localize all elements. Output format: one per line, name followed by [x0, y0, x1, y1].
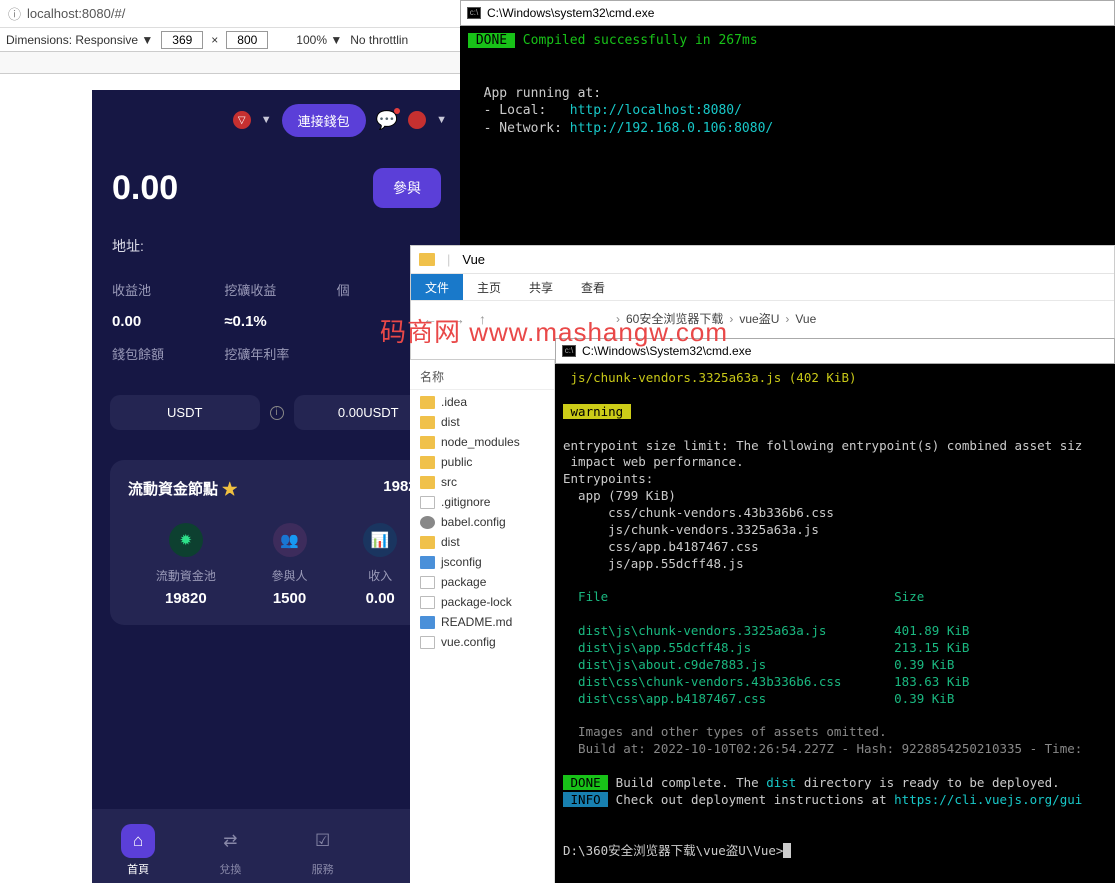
file-item[interactable]: README.md: [410, 612, 554, 632]
ribbon-tabs: 文件 主页 共享 查看: [411, 274, 1114, 300]
mining-label: 挖礦收益: [224, 280, 328, 299]
zoom-dropdown[interactable]: 100% ▼: [296, 33, 342, 47]
folder-icon: [420, 436, 435, 449]
file-icon: [420, 636, 435, 649]
nav-service[interactable]: ☑服務: [306, 824, 340, 877]
file-icon: [420, 576, 435, 589]
forward-icon[interactable]: →: [447, 311, 469, 327]
file-item[interactable]: .idea: [410, 392, 554, 412]
tab-home[interactable]: 主页: [463, 274, 515, 300]
file-item[interactable]: public: [410, 452, 554, 472]
up-icon[interactable]: ↑: [475, 311, 490, 327]
file-item[interactable]: dist: [410, 532, 554, 552]
tron-icon[interactable]: ▽: [233, 111, 251, 129]
file-item[interactable]: jsconfig: [410, 552, 554, 572]
dimensions-dropdown[interactable]: Dimensions: Responsive ▼: [6, 33, 153, 47]
file-item[interactable]: package-lock: [410, 592, 554, 612]
terminal-title-bar[interactable]: c:\C:\Windows\System32\cmd.exe: [555, 338, 1115, 364]
balance-value: 0.00: [112, 169, 178, 208]
tab-file[interactable]: 文件: [411, 274, 463, 300]
swap-icon: ⇄: [213, 824, 247, 858]
terminal-output[interactable]: js/chunk-vendors.3325a63a.js (402 KiB) w…: [555, 364, 1115, 865]
address-label: 地址:: [92, 228, 461, 264]
gear-icon: ✹: [169, 523, 203, 557]
tab-share[interactable]: 共享: [515, 274, 567, 300]
users-icon: 👥: [273, 523, 307, 557]
gear-icon: [420, 516, 435, 529]
url-text[interactable]: localhost:8080/#/: [27, 6, 125, 21]
cmd-icon: c:\: [562, 345, 576, 357]
chat-icon[interactable]: 💬: [376, 110, 398, 131]
cmd-icon: c:\: [467, 7, 481, 19]
info-icon[interactable]: i: [270, 406, 284, 420]
chevron-down-icon[interactable]: ▼: [436, 114, 447, 126]
service-icon: ☑: [306, 824, 340, 858]
file-item[interactable]: node_modules: [410, 432, 554, 452]
folder-icon: [419, 253, 435, 266]
chevron-down-icon[interactable]: ▼: [261, 114, 272, 126]
folder-icon: [420, 416, 435, 429]
home-icon: ⌂: [121, 824, 155, 858]
liquidity-card: 流動資金節點 ★ 19820 ✹流動資金池19820 👥參與人1500 📊收入0…: [110, 460, 443, 625]
ruler: [0, 52, 460, 74]
tab-view[interactable]: 查看: [567, 274, 619, 300]
card-title: 流動資金節點: [128, 481, 218, 498]
width-input[interactable]: [161, 31, 203, 49]
nav-home[interactable]: ⌂首頁: [121, 824, 155, 877]
folder-icon: [420, 456, 435, 469]
file-item[interactable]: dist: [410, 412, 554, 432]
nav-swap[interactable]: ⇄兌換: [213, 824, 247, 877]
connect-wallet-button[interactable]: 連接錢包: [282, 104, 366, 137]
language-flag-icon[interactable]: [408, 111, 426, 129]
terminal-output[interactable]: DONE Compiled successfully in 267ms App …: [460, 26, 1115, 143]
join-button[interactable]: 參與: [373, 168, 441, 208]
folder-icon: [420, 396, 435, 409]
file-item[interactable]: vue.config: [410, 632, 554, 652]
terminal-title-bar[interactable]: c:\C:\Windows\system32\cmd.exe: [460, 0, 1115, 26]
file-item[interactable]: babel.config: [410, 512, 554, 532]
file-item[interactable]: .gitignore: [410, 492, 554, 512]
file-icon: [420, 496, 435, 509]
bottom-nav: ⌂首頁 ⇄兌換 ☑服務: [92, 809, 461, 883]
terminal-top: c:\C:\Windows\system32\cmd.exe DONE Comp…: [460, 0, 1115, 245]
apr-label: 挖礦年利率: [224, 344, 328, 363]
back-icon[interactable]: ←: [419, 311, 441, 327]
throttle-dropdown[interactable]: No throttlin: [350, 33, 408, 47]
name-column-header[interactable]: 名称: [410, 364, 554, 390]
blue-icon: [420, 556, 435, 569]
pool-label: 收益池: [112, 280, 216, 299]
folder-icon: [420, 536, 435, 549]
file-item[interactable]: src: [410, 472, 554, 492]
explorer-title-bar[interactable]: | Vue: [411, 246, 1114, 274]
pool-value: 0.00: [112, 313, 216, 330]
height-input[interactable]: [226, 31, 268, 49]
blue-icon: [420, 616, 435, 629]
file-item[interactable]: package: [410, 572, 554, 592]
star-icon: ★: [222, 481, 237, 498]
file-tree: 名称 .ideadistnode_modulespublicsrc.gitign…: [410, 360, 555, 883]
file-icon: [420, 596, 435, 609]
devtools-bar: Dimensions: Responsive ▼ × 100% ▼ No thr…: [0, 28, 460, 52]
breadcrumb[interactable]: ← → ↑ › 60安全浏览器下载› vue盗U› Vue: [411, 300, 1114, 336]
app-header: ▽ ▼ 連接錢包 💬 ▼: [92, 90, 461, 150]
folder-icon: [420, 476, 435, 489]
terminal-bottom: c:\C:\Windows\System32\cmd.exe js/chunk-…: [555, 338, 1115, 883]
chart-icon: 📊: [363, 523, 397, 557]
mobile-preview: ▽ ▼ 連接錢包 💬 ▼ 0.00 參與 地址: 收益池 0.00 挖礦收益 ≈0.…: [92, 90, 461, 883]
mining-value: ≈0.1%: [224, 313, 328, 330]
usdt-pill[interactable]: USDT: [110, 395, 260, 430]
wallet-balance-label: 錢包餘額: [112, 344, 216, 363]
